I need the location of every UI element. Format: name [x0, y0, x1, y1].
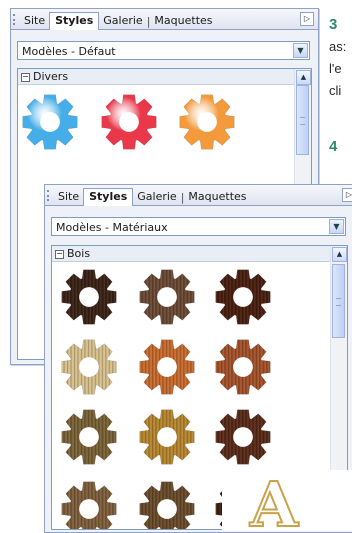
wood-gear-style[interactable] — [60, 338, 118, 396]
group-header-bois[interactable]: − Bois — [52, 246, 331, 262]
gear-style-blue[interactable] — [21, 93, 79, 151]
tab-site[interactable]: Site — [54, 190, 83, 204]
collapse-icon[interactable]: − — [55, 249, 64, 259]
decorative-letter-image: A — [222, 470, 352, 531]
wood-gear-style[interactable] — [214, 338, 272, 396]
next-tab-arrow-icon[interactable]: ▷ — [300, 12, 314, 26]
wood-gear-style[interactable] — [60, 480, 118, 529]
wood-gear-style[interactable] — [60, 268, 118, 326]
scroll-thumb[interactable] — [296, 85, 309, 155]
gear-icon — [139, 339, 195, 395]
tab-styles[interactable]: Styles — [49, 12, 100, 30]
wood-gear-style[interactable] — [214, 268, 272, 326]
wood-gear-style[interactable] — [138, 268, 196, 326]
group-label: Divers — [33, 70, 69, 83]
gear-icon — [61, 409, 117, 465]
drag-grip-icon[interactable] — [47, 190, 51, 201]
chevron-down-icon[interactable]: ▼ — [329, 219, 344, 234]
gear-icon — [61, 481, 117, 529]
scroll-thumb[interactable] — [332, 264, 345, 338]
step-3-line-2: l'e — [329, 61, 342, 76]
tab-styles[interactable]: Styles — [83, 188, 134, 206]
collapse-icon[interactable]: − — [21, 72, 30, 82]
step-4-text: 4 — [329, 136, 337, 158]
gear-icon — [101, 94, 157, 150]
group-label: Bois — [67, 247, 91, 260]
gear-icon — [139, 481, 195, 529]
gear-icon — [139, 409, 195, 465]
gear-icon — [215, 339, 271, 395]
gear-icon — [22, 94, 78, 150]
step-4-number: 4 — [329, 138, 338, 155]
gear-style-red[interactable] — [100, 93, 158, 151]
tabs: Site Styles Galerie | Maquettes — [20, 12, 217, 30]
tabs: Site Styles Galerie | Maquettes — [54, 188, 251, 206]
gear-icon — [61, 339, 117, 395]
tab-maquettes[interactable]: Maquettes — [150, 14, 216, 28]
gear-icon — [215, 409, 271, 465]
group-header-divers[interactable]: − Divers — [18, 69, 295, 85]
tab-site[interactable]: Site — [20, 14, 49, 28]
tab-bar: Site Styles Galerie | Maquettes ▷ — [11, 9, 318, 30]
tab-maquettes[interactable]: Maquettes — [184, 190, 250, 204]
step-3-text: 3 as: l'e cli — [329, 14, 346, 102]
wood-gear-style[interactable] — [138, 480, 196, 529]
wood-gear-style[interactable] — [60, 408, 118, 466]
step-3-number: 3 — [329, 16, 338, 33]
wood-gear-style[interactable] — [214, 408, 272, 466]
gear-icon — [61, 269, 117, 325]
tab-galerie[interactable]: Galerie — [133, 190, 180, 204]
template-dropdown[interactable]: Modèles - Matériaux ▼ — [51, 217, 346, 236]
next-tab-arrow-icon[interactable]: ▷ — [342, 188, 352, 202]
gear-icon — [215, 269, 271, 325]
tab-bar: Site Styles Galerie | Maquettes ▷ — [45, 185, 352, 206]
tab-galerie[interactable]: Galerie — [99, 14, 146, 28]
step-3-line-1: as: — [329, 39, 347, 54]
chevron-down-icon[interactable]: ▼ — [293, 43, 308, 58]
gear-icon — [179, 94, 235, 150]
template-dropdown[interactable]: Modèles - Défaut ▼ — [17, 41, 310, 60]
gear-icon — [139, 269, 195, 325]
scroll-up-icon[interactable]: ▲ — [296, 70, 311, 85]
template-dropdown-value: Modèles - Matériaux — [56, 221, 168, 234]
wood-gear-style[interactable] — [138, 408, 196, 466]
step-3-line-3: cli — [329, 83, 342, 98]
drag-grip-icon[interactable] — [13, 14, 17, 25]
scroll-up-icon[interactable]: ▲ — [332, 247, 347, 262]
wood-gear-style[interactable] — [138, 338, 196, 396]
gear-style-orange[interactable] — [178, 93, 236, 151]
decorative-letter: A — [249, 470, 299, 532]
template-dropdown-value: Modèles - Défaut — [22, 45, 116, 58]
